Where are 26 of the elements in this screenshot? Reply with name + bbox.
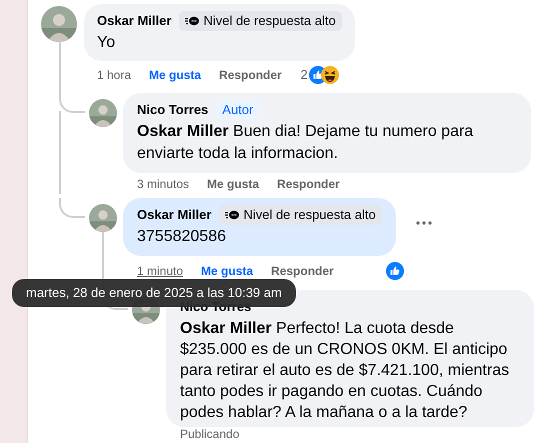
author-badge: Nivel de respuesta alto xyxy=(219,205,382,225)
thumbs-up-icon xyxy=(386,262,404,280)
author-name[interactable]: Oskar Miller xyxy=(97,11,172,31)
timestamp-link[interactable]: 3 minutos xyxy=(137,175,190,193)
like-button[interactable]: Me gusta xyxy=(201,262,254,280)
reply-button[interactable]: Responder xyxy=(277,175,340,193)
chat-bubble-icon xyxy=(185,16,200,26)
like-button[interactable]: Me gusta xyxy=(149,66,202,84)
reaction-count: 2 xyxy=(300,66,308,84)
comment-text: 3755820586 xyxy=(137,227,227,247)
posting-status: Publicando xyxy=(179,428,240,441)
reply-button[interactable]: Responder xyxy=(271,262,334,280)
chat-bubble-icon xyxy=(225,210,240,220)
comment-text: Oskar Miller Buen dia! Dejame tu numero para enviarte toda la informacion. xyxy=(137,122,474,164)
comment-text: Yo xyxy=(97,33,116,53)
like-button[interactable]: Me gusta xyxy=(207,175,260,193)
timestamp-link[interactable]: 1 hora xyxy=(97,66,132,84)
comment-text: Oskar Miller Perfecto! La cuota desde $235.000 es de un CRONOS 0KM. El anticipo para retirar el auto es de $7.421.100, mientras tanto podes ir pagando en cuotas. Cuándo podes hablar? A la mañana o a la tarde? xyxy=(180,319,510,423)
timestamp-link[interactable]: 1 minuto xyxy=(137,262,184,280)
author-name[interactable]: Oskar Miller xyxy=(137,205,212,225)
more-options-icon[interactable] xyxy=(416,221,432,225)
author-badge: Nivel de respuesta alto xyxy=(179,11,342,31)
author-badge: Autor xyxy=(216,100,260,120)
reply-button[interactable]: Responder xyxy=(219,66,282,84)
laughing-emoji-icon xyxy=(320,66,339,84)
author-name[interactable]: Nico Torres xyxy=(137,100,208,120)
